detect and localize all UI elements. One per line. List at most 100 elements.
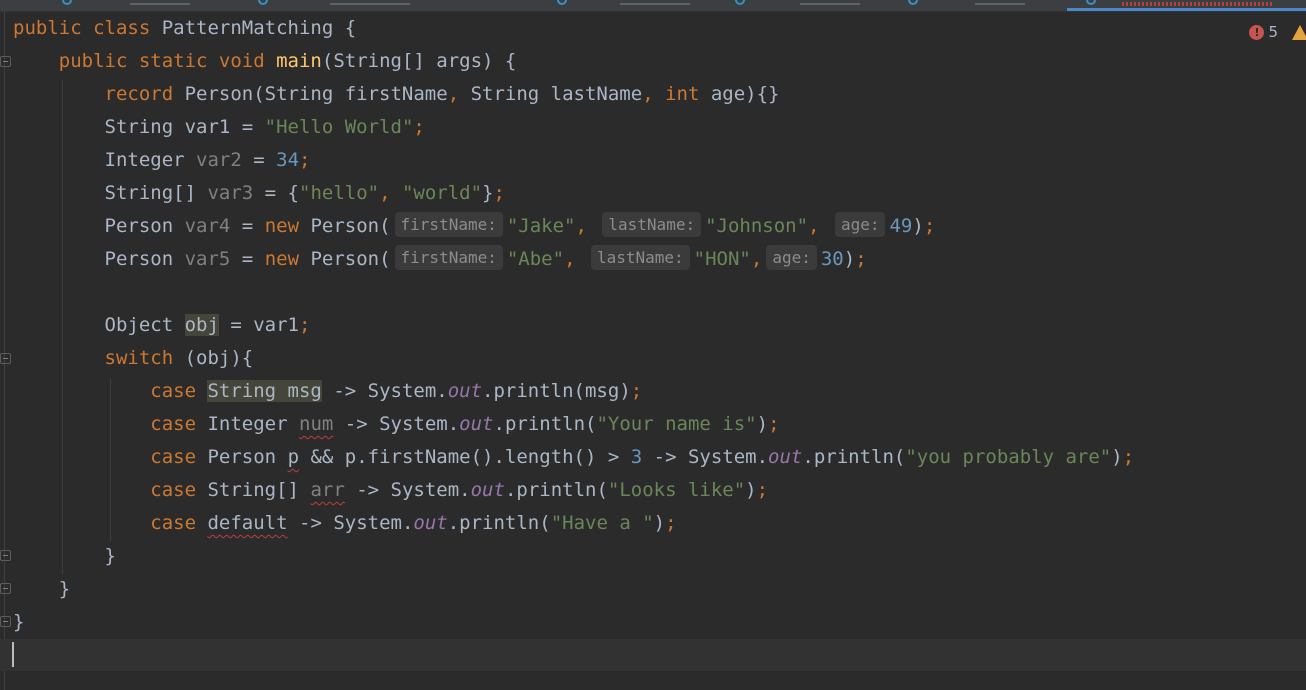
- code-token: PatternMatching {: [161, 17, 357, 39]
- tab-divider: [975, 3, 1025, 5]
- code-token: age){}: [710, 83, 780, 105]
- code-token: }: [13, 611, 25, 633]
- code-line[interactable]: }: [13, 573, 1134, 606]
- code-token: ;: [299, 314, 311, 336]
- code-line[interactable]: Person var4 = new Person(firstName: "Jake…: [13, 210, 1134, 243]
- code-line[interactable]: case Integer num -> System.out.println("…: [13, 408, 1134, 441]
- code-line[interactable]: case Person p && p.firstName().length() …: [13, 441, 1134, 474]
- code-line[interactable]: case default -> System.out.println("Have…: [13, 507, 1134, 540]
- fold-marker-icon[interactable]: [0, 550, 11, 561]
- fold-marker-icon[interactable]: [0, 353, 11, 364]
- code-line[interactable]: Person var5 = new Person(firstName: "Abe"…: [13, 243, 1134, 276]
- code-token: String var1 =: [13, 116, 265, 138]
- code-token: out: [413, 512, 448, 534]
- error-count: 5: [1268, 23, 1278, 41]
- code-token: Object: [13, 314, 185, 336]
- code-token: case: [150, 479, 208, 501]
- code-token: "Hello World": [264, 116, 414, 138]
- code-token: ;: [299, 149, 311, 171]
- tab-java-file-icon[interactable]: [557, 0, 567, 5]
- code-token: ;: [413, 116, 425, 138]
- code-token: obj: [184, 314, 219, 336]
- code-line[interactable]: }: [13, 540, 1134, 573]
- code-line[interactable]: public static void main(String[] args) {: [13, 45, 1134, 78]
- code-token: =: [230, 215, 265, 237]
- code-token: ,: [379, 182, 402, 204]
- tab-java-file-icon[interactable]: [62, 0, 72, 5]
- code-token: String msg: [207, 380, 322, 402]
- code-token: ;: [1122, 446, 1135, 468]
- tab-divider: [620, 3, 690, 5]
- code-token: case: [150, 380, 208, 402]
- code-token: String[]: [13, 182, 208, 204]
- code-token: }: [482, 182, 494, 204]
- code-line[interactable]: [13, 276, 1134, 309]
- code-token: .println(: [447, 512, 551, 534]
- tab-java-file-icon[interactable]: [735, 0, 745, 5]
- code-token: Person(String firstName: [184, 83, 448, 105]
- editor-tab-strip[interactable]: [0, 0, 1306, 12]
- fold-marker-icon[interactable]: [0, 583, 11, 594]
- code-token: out: [447, 380, 483, 402]
- code-line[interactable]: public class PatternMatching {: [13, 12, 1134, 45]
- code-token: public class: [13, 17, 162, 39]
- code-line[interactable]: }: [13, 606, 1134, 639]
- code-token: Person: [13, 215, 185, 237]
- code-token: ;: [493, 182, 505, 204]
- parameter-hint: lastName:: [602, 212, 702, 237]
- code-line[interactable]: record Person(String firstName, String l…: [13, 78, 1134, 111]
- code-line[interactable]: Integer var2 = 34;: [13, 144, 1134, 177]
- active-tab-indicator: [1067, 8, 1306, 11]
- code-token: ): [653, 512, 666, 534]
- fold-marker-icon[interactable]: [0, 56, 11, 67]
- code-editor[interactable]: public class PatternMatching { public st…: [13, 12, 1134, 672]
- code-token: out: [768, 446, 803, 468]
- code-token: ,: [750, 248, 763, 270]
- code-token: Person(: [310, 248, 391, 270]
- code-line[interactable]: String var1 = "Hello World";: [13, 111, 1134, 144]
- code-token: record: [104, 83, 185, 105]
- code-line[interactable]: String[] var3 = {"hello", "world"};: [13, 177, 1134, 210]
- code-token: }: [13, 578, 71, 600]
- code-line[interactable]: case String[] arr -> System.out.println(…: [13, 474, 1134, 507]
- code-token: ): [1111, 446, 1123, 468]
- code-token: -> System.: [344, 479, 471, 501]
- parameter-hint: firstName:: [394, 245, 503, 270]
- code-token: 3: [630, 446, 643, 468]
- code-token: ;: [923, 215, 936, 237]
- code-token: Integer: [207, 413, 299, 435]
- code-token: arr: [310, 479, 345, 501]
- tab-java-file-icon[interactable]: [1086, 0, 1096, 5]
- code-token: var4: [184, 215, 231, 237]
- tab-divider: [130, 3, 190, 5]
- code-token: var5: [184, 248, 231, 270]
- code-token: =: [241, 149, 277, 171]
- code-token: case: [150, 446, 208, 468]
- code-token: switch: [104, 347, 185, 369]
- code-token: , int: [642, 83, 711, 105]
- code-token: "hello": [299, 182, 380, 204]
- code-line[interactable]: [13, 639, 1134, 672]
- inspection-widget[interactable]: ! 5: [1249, 20, 1306, 44]
- code-token: 49: [889, 215, 913, 237]
- tab-java-file-icon[interactable]: [908, 0, 918, 5]
- code-token: num: [299, 413, 334, 435]
- warning-icon: [1292, 24, 1306, 40]
- tab-divider: [800, 3, 860, 5]
- code-token: "Jake": [506, 215, 576, 237]
- code-token: ;: [630, 380, 643, 402]
- parameter-hint: lastName:: [590, 245, 690, 270]
- tab-java-file-icon[interactable]: [258, 0, 268, 5]
- code-token: Person: [207, 446, 288, 468]
- code-line[interactable]: case String msg -> System.out.println(ms…: [13, 375, 1134, 408]
- code-token: ): [912, 215, 924, 237]
- code-line[interactable]: switch (obj){: [13, 342, 1134, 375]
- code-token: ;: [756, 479, 769, 501]
- code-token: "world": [401, 182, 483, 204]
- code-line[interactable]: Object obj = var1;: [13, 309, 1134, 342]
- fold-marker-icon[interactable]: [0, 616, 11, 627]
- code-token: Person: [13, 248, 185, 270]
